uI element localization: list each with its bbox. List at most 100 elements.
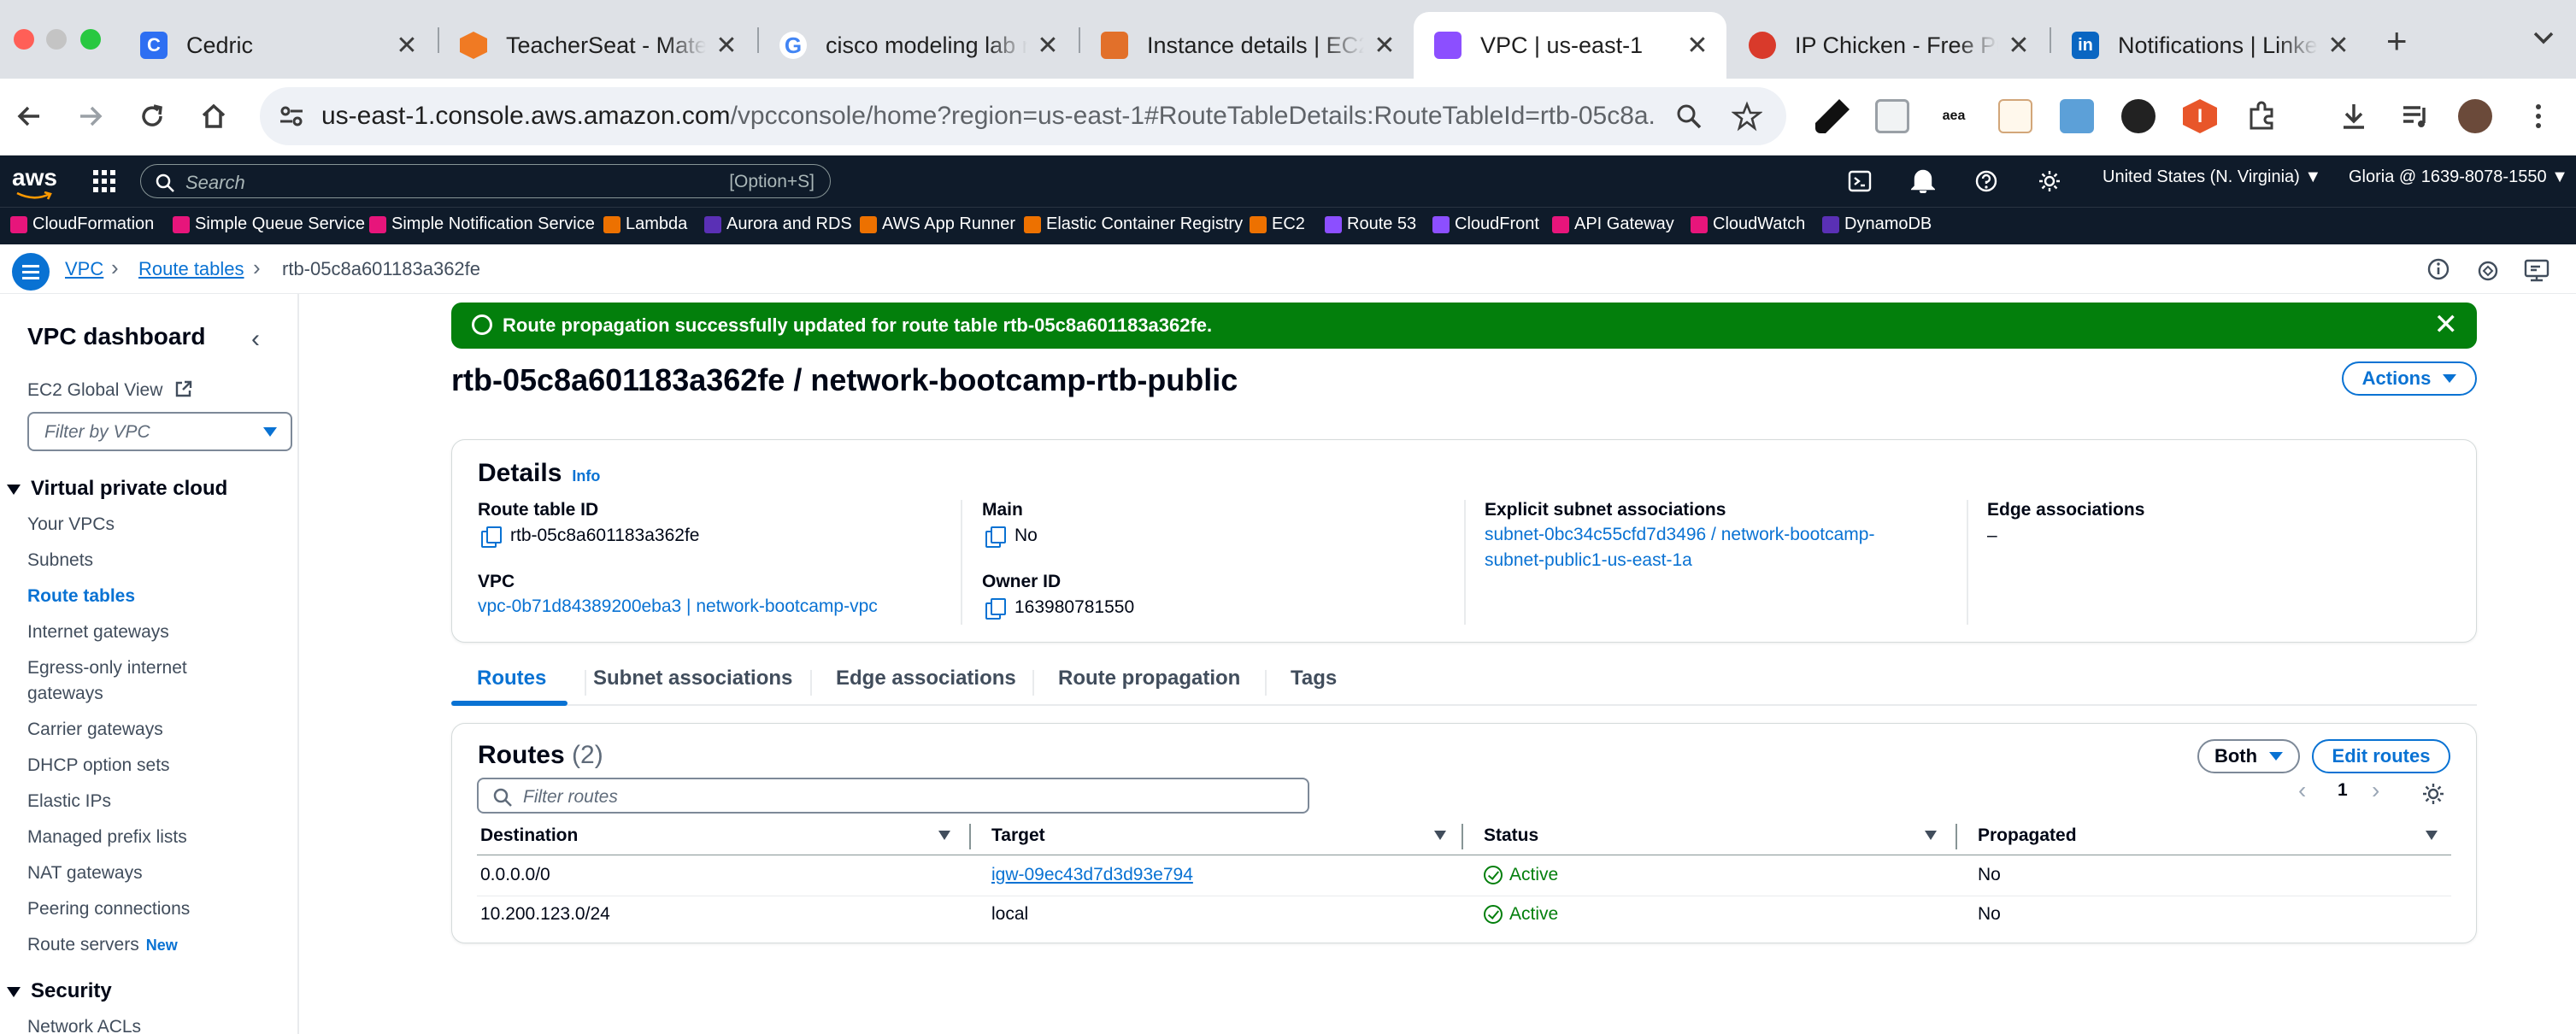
sidenav-item-internet-gateways[interactable]: Internet gateways [27,622,169,643]
info-link[interactable]: Info [572,467,600,485]
favorite-elastic-container-registry[interactable]: Elastic Container Registry [1024,214,1243,234]
filter-by-vpc-select[interactable]: Filter by VPC [27,412,292,451]
close-tab-icon[interactable]: ✕ [1036,31,1060,61]
info-panel-icon[interactable] [2426,256,2451,282]
explicit-subnet-link-line1[interactable]: subnet-0bc34c55cfd7d3496 / network-bootc… [1485,522,1874,548]
browser-tab-ipchicken[interactable]: IP Chicken - Free Pu ✕ [1728,12,2048,79]
browser-tab-linkedin[interactable]: in Notifications | Linked ✕ [2051,12,2367,79]
sidenav-item-carrier-gateways[interactable]: Carrier gateways [27,720,163,740]
media-control-icon[interactable] [2398,99,2432,133]
edit-routes-button[interactable]: Edit routes [2312,739,2450,773]
sidenav-item-route-tables[interactable]: Route tables [27,586,135,607]
tutorial-panel-icon[interactable] [2523,256,2550,284]
services-grid-icon[interactable] [92,169,116,193]
grammar-extension-icon[interactable] [2121,99,2155,133]
printer-extension-icon[interactable] [2060,99,2094,133]
collapse-sidenav-icon[interactable]: ‹ [251,325,260,354]
notifications-bell-icon[interactable] [1911,167,1935,193]
sidenav-item-dhcp-option-sets[interactable]: DHCP option sets [27,755,170,776]
prev-page-icon[interactable]: ‹ [2298,777,2306,804]
sidenav-item-managed-prefix-lists[interactable]: Managed prefix lists [27,827,187,848]
tab-edge-associations[interactable]: Edge associations [836,667,1016,690]
favorite-ec2[interactable]: EC2 [1250,214,1305,234]
breadcrumb-vpc-link[interactable]: VPC [65,258,103,280]
column-header-status[interactable]: Status [1484,825,1538,846]
sort-icon[interactable] [1925,831,1937,840]
sidenav-item-egress-only-gateways[interactable]: Egress-only internet [27,658,187,679]
tab-tags[interactable]: Tags [1291,667,1337,690]
close-tab-icon[interactable]: ✕ [2326,31,2350,61]
sort-icon[interactable] [1434,831,1446,840]
close-tab-icon[interactable]: ✕ [715,31,738,61]
sidenav-item-route-servers[interactable]: Route servers New [27,935,178,955]
window-minimize-button[interactable] [46,29,67,50]
favorite-lambda[interactable]: Lambda [603,214,687,234]
favorite-simple-notification-service[interactable]: Simple Notification Service [369,214,595,234]
profile-avatar[interactable] [2458,99,2492,133]
site-settings-icon[interactable] [277,102,306,131]
help-icon[interactable] [1974,169,1998,193]
sidenav-item-egress-only-gateways-line2[interactable]: gateways [27,684,103,704]
download-icon[interactable] [2337,99,2371,133]
sidenav-title[interactable]: VPC dashboard [27,323,205,350]
close-tab-icon[interactable]: ✕ [395,31,419,61]
address-bar[interactable]: us-east-1.console.aws.amazon.com/vpccons… [260,87,1786,145]
copy-icon[interactable] [985,598,1006,620]
tab-route-propagation[interactable]: Route propagation [1058,667,1240,690]
column-header-destination[interactable]: Destination [480,825,578,846]
close-tab-icon[interactable]: ✕ [1373,31,1397,61]
column-resizer[interactable] [969,824,971,849]
close-tab-icon[interactable]: ✕ [1685,31,1709,61]
favorite-simple-queue-service[interactable]: Simple Queue Service [173,214,365,234]
copy-icon[interactable] [481,526,502,548]
close-tab-icon[interactable]: ✕ [2007,31,2031,61]
amazon-assistant-icon[interactable]: aea [1937,99,1971,133]
favorite-route-53[interactable]: Route 53 [1325,214,1416,234]
tab-routes[interactable]: Routes [477,667,546,690]
window-zoom-button[interactable] [80,29,101,50]
sidenav-item-subnets[interactable]: Subnets [27,550,93,571]
teacherseat-extension-icon[interactable]: I [2183,99,2217,133]
cloudshell-icon[interactable] [1848,169,1872,193]
favorite-cloudformation[interactable]: CloudFormation [10,214,154,234]
sidenav-item-elastic-ips[interactable]: Elastic IPs [27,791,111,812]
sidenav-item-network-acls[interactable]: Network ACLs [27,1017,141,1034]
favorite-aws-app-runner[interactable]: AWS App Runner [860,214,1015,234]
account-menu[interactable]: Gloria @ 1639-8078-1550 ▼ [2349,167,2568,187]
region-selector[interactable]: United States (N. Virginia) ▼ [2103,167,2321,187]
browser-menu-icon[interactable] [2521,99,2555,133]
sidenav-section-security[interactable]: Security [7,979,112,1003]
notes-extension-icon[interactable] [1998,99,2032,133]
tab-search-chevron-icon[interactable] [2528,22,2559,53]
column-header-target[interactable]: Target [991,825,1045,846]
vpc-link[interactable]: vpc-0b71d84389200eba3 | network-bootcamp… [478,594,878,620]
actions-button[interactable]: Actions [2342,361,2477,396]
feedback-icon[interactable] [2475,258,2501,284]
sort-icon[interactable] [2426,831,2438,840]
sidenav-item-ec2-global-view[interactable]: EC2 Global View [27,379,193,401]
back-icon[interactable] [10,97,48,135]
new-tab-button[interactable]: + [2386,21,2408,62]
favorite-cloudfront[interactable]: CloudFront [1432,214,1539,234]
eyedropper-extension-icon[interactable] [1815,99,1850,133]
favorite-cloudwatch[interactable]: CloudWatch [1691,214,1805,234]
document-extension-icon[interactable] [1875,99,1909,133]
route-type-select[interactable]: Both [2197,739,2300,773]
tab-subnet-associations[interactable]: Subnet associations [593,667,792,690]
sidenav-item-peering-connections[interactable]: Peering connections [27,899,190,919]
table-preferences-gear-icon[interactable] [2421,782,2445,806]
browser-tab-vpc[interactable]: VPC | us-east-1 ✕ [1414,12,1726,79]
next-page-icon[interactable]: › [2372,777,2379,804]
explicit-subnet-link-line2[interactable]: subnet-public1-us-east-1a [1485,548,1692,573]
reload-icon[interactable] [133,97,171,135]
bookmark-star-icon[interactable] [1732,101,1762,132]
aws-logo[interactable]: aws [12,164,57,191]
column-header-propagated[interactable]: Propagated [1978,825,2077,846]
dismiss-flash-icon[interactable]: ✕ [2434,308,2459,342]
window-close-button[interactable] [14,29,34,50]
side-nav-toggle-button[interactable] [12,253,50,291]
sidenav-section-virtual-private-cloud[interactable]: Virtual private cloud [7,477,227,501]
extensions-puzzle-icon[interactable] [2244,99,2279,133]
favorite-dynamodb[interactable]: DynamoDB [1822,214,1932,234]
column-resizer[interactable] [1956,824,1957,849]
